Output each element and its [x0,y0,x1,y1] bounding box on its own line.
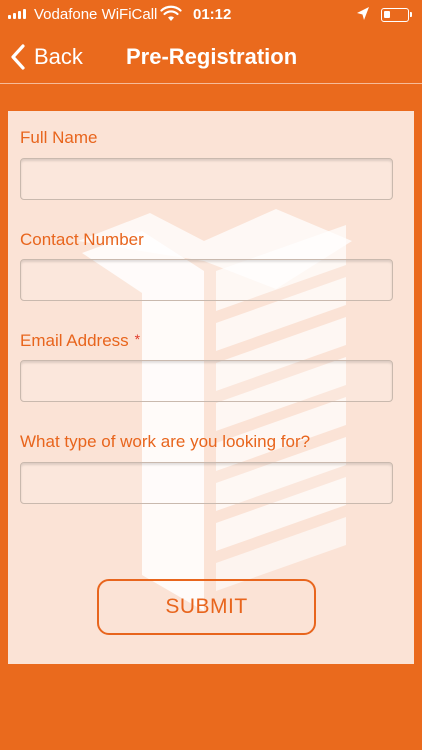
back-button[interactable]: Back [10,41,83,73]
signal-icon [8,9,26,19]
submit-button[interactable]: SUBMIT [97,579,316,635]
required-marker: * [134,331,141,347]
chevron-left-icon [11,44,25,70]
status-time: 01:12 [193,6,232,23]
contact-number-label: Contact Number [20,230,144,249]
contact-number-field[interactable] [20,259,393,301]
navigation-bar: Back Pre-Registration [0,30,422,84]
email-address-label: Email Address * [20,331,140,351]
email-address-label-text: Email Address [20,331,129,350]
carrier-name: Vodafone WiFiCall [34,6,158,23]
work-type-label: What type of work are you looking for? [20,432,311,451]
back-label: Back [34,44,83,69]
battery-icon [381,8,412,22]
full-name-field[interactable] [20,158,393,200]
location-arrow-icon [357,7,369,20]
full-name-label: Full Name [20,128,98,147]
status-bar: Vodafone WiFiCall 01:12 [0,0,422,30]
page-title: Pre-Registration [126,44,298,69]
wifi-icon [160,5,182,21]
email-field[interactable] [20,360,393,402]
work-type-field[interactable] [20,462,393,504]
form-card: Full Name Contact Number Email Address * … [8,111,414,664]
